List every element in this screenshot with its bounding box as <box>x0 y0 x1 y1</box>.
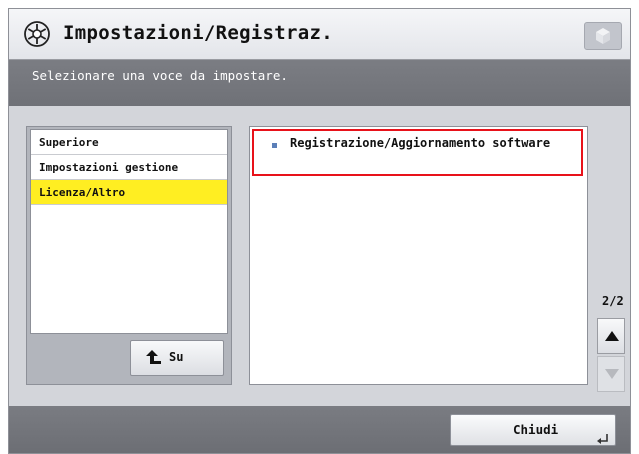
scroll-up-button[interactable] <box>597 318 625 354</box>
category-item-impostazioni-gestione[interactable]: Impostazioni gestione <box>31 155 227 180</box>
up-level-label: Su <box>169 350 184 364</box>
up-level-button[interactable]: Su <box>130 340 224 376</box>
instruction-text: Selezionare una voce da impostare. <box>32 68 288 83</box>
category-item-superiore[interactable]: Superiore <box>31 130 227 155</box>
item-list-panel: Registrazione/Aggiornamento software <box>249 126 588 385</box>
main-area: Superiore Impostazioni gestione Licenza/… <box>9 106 630 406</box>
page-indicator: 2/2 <box>602 294 624 308</box>
category-item-licenza-altro[interactable]: Licenza/Altro <box>31 180 227 205</box>
settings-gear-star-icon <box>23 20 51 48</box>
bullet-icon <box>272 143 277 148</box>
enter-return-icon <box>597 429 609 448</box>
settings-window: Impostazioni/Registraz. Selezionare una … <box>8 8 631 454</box>
title-bar: Impostazioni/Registraz. <box>9 9 630 60</box>
category-panel: Superiore Impostazioni gestione Licenza/… <box>26 126 232 385</box>
cube-button[interactable] <box>584 22 622 50</box>
footer-bar: Chiudi <box>9 406 630 453</box>
instruction-bar: Selezionare una voce da impostare. <box>9 60 630 106</box>
list-item-software-registration[interactable]: Registrazione/Aggiornamento software <box>252 129 583 176</box>
close-button[interactable]: Chiudi <box>450 414 616 446</box>
up-arrow-icon <box>146 350 162 366</box>
scroll-down-button[interactable] <box>597 356 625 392</box>
page-title: Impostazioni/Registraz. <box>63 22 333 44</box>
list-item-label: Registrazione/Aggiornamento software <box>290 136 551 150</box>
close-button-label: Chiudi <box>513 422 559 437</box>
category-list: Superiore Impostazioni gestione Licenza/… <box>30 129 228 334</box>
